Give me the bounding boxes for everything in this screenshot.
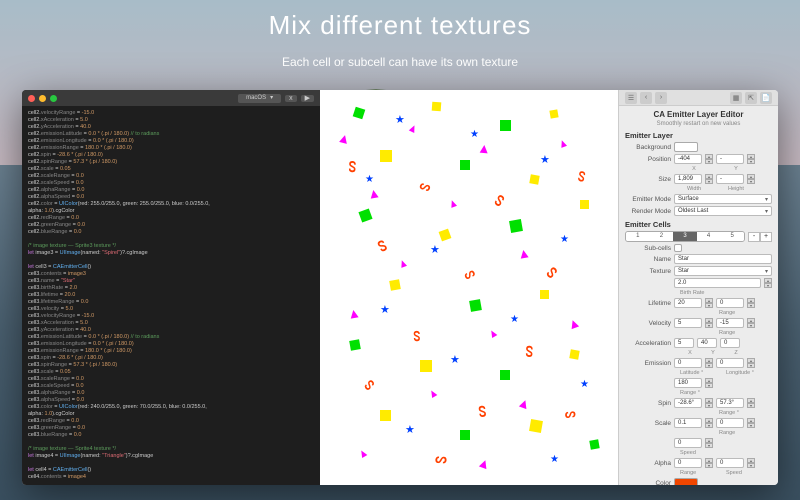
render-mode-select[interactable]: Oldest Last	[674, 206, 772, 216]
doc-icon[interactable]: 📄	[760, 92, 772, 104]
spin-field[interactable]: -28.6°	[674, 398, 702, 408]
size-h-stepper[interactable]: ▴▾	[747, 174, 755, 184]
size-h-field[interactable]: -	[716, 174, 744, 184]
name-field[interactable]: Star	[674, 254, 772, 264]
position-y-stepper[interactable]: ▴▾	[747, 154, 755, 164]
accel-x-field[interactable]: 5	[674, 338, 694, 348]
inspector-subtitle: Smoothly restart on new values	[625, 121, 772, 127]
section-emitter-layer: Emitter Layer	[625, 131, 772, 140]
platform-dropdown[interactable]: macOS▾	[238, 94, 281, 103]
promo-subtitle: Each cell or subcell can have its own te…	[0, 55, 800, 69]
position-y-field[interactable]: -	[716, 154, 744, 164]
link-icon[interactable]: ⇱	[745, 92, 757, 104]
close-traffic-light[interactable]	[28, 95, 35, 102]
nav-fwd-icon[interactable]: ›	[655, 92, 667, 104]
spin-range-field[interactable]: 57.3°	[716, 398, 744, 408]
scale-speed-field[interactable]: 0	[674, 438, 702, 448]
emitter-mode-select[interactable]: Surface	[674, 194, 772, 204]
inspector-body: CA Emitter Layer Editor Smoothly restart…	[619, 106, 778, 485]
alpha-speed-field[interactable]: 0	[716, 458, 744, 468]
background-label: Background	[625, 144, 671, 151]
scale-field[interactable]: 0.1	[674, 418, 702, 428]
size-label: Size	[625, 176, 671, 183]
inspector-title: CA Emitter Layer Editor	[625, 110, 772, 119]
velocity-range-field[interactable]: -15	[716, 318, 744, 328]
position-x-stepper[interactable]: ▴▾	[705, 154, 713, 164]
accel-y-field[interactable]: 40	[697, 338, 717, 348]
render-mode-label: Render Mode	[625, 208, 671, 215]
emission-label: Emission	[625, 360, 671, 367]
alpha-range-field[interactable]: 0	[674, 458, 702, 468]
position-x-field[interactable]: -404	[674, 154, 702, 164]
emission-lat-field[interactable]: 0	[674, 358, 702, 368]
lifetime-field[interactable]: 20	[674, 298, 702, 308]
zoom-traffic-light[interactable]	[50, 95, 57, 102]
nav-back-icon[interactable]: ‹	[640, 92, 652, 104]
promo-hero: Mix different textures Each cell or subc…	[0, 10, 800, 69]
texture-label: Texture	[625, 268, 671, 275]
grid-icon[interactable]: ▦	[730, 92, 742, 104]
cell-remove-button[interactable]: -	[748, 232, 760, 242]
scale-range-field[interactable]: 0	[716, 418, 744, 428]
size-w-stepper[interactable]: ▴▾	[705, 174, 713, 184]
sidebar-toggle-icon[interactable]: ☰	[625, 92, 637, 104]
texture-select[interactable]: Star	[674, 266, 772, 276]
emitter-mode-label: Emitter Mode	[625, 196, 671, 203]
code-editor[interactable]: cell2.velocityRange = -15.0cell2.xAccele…	[22, 106, 320, 485]
alpha-label: Alpha	[625, 460, 671, 467]
velocity-label: Velocity	[625, 320, 671, 327]
cell-pager[interactable]: 12345	[625, 231, 745, 242]
cell-add-button[interactable]: +	[760, 232, 772, 242]
subcells-label: Sub-cells	[625, 245, 671, 252]
promo-title: Mix different textures	[0, 10, 800, 41]
lifetime-label: Lifetime	[625, 300, 671, 307]
scale-label: Scale	[625, 420, 671, 427]
birthrate-field[interactable]: 2.0	[674, 278, 761, 288]
subcells-checkbox[interactable]	[674, 244, 682, 252]
color-label: Color	[625, 480, 671, 486]
name-label: Name	[625, 256, 671, 263]
inspector-panel: ☰ ‹ › ▦ ⇱ 📄 CA Emitter Layer Editor Smoo…	[618, 90, 778, 485]
window-titlebar: macOS▾ x ▶	[22, 90, 320, 106]
play-button[interactable]: ▶	[301, 95, 314, 102]
size-w-field[interactable]: 1,809	[674, 174, 702, 184]
inspector-toolbar: ☰ ‹ › ▦ ⇱ 📄	[619, 90, 778, 106]
spin-label: Spin	[625, 400, 671, 407]
birthrate-stepper[interactable]: ▴▾	[764, 278, 772, 288]
lifetime-range-field[interactable]: 0	[716, 298, 744, 308]
section-emitter-cells: Emitter Cells	[625, 220, 772, 229]
velocity-field[interactable]: 5	[674, 318, 702, 328]
emission-range-field[interactable]: 180	[674, 378, 702, 388]
emission-lon-field[interactable]: 0	[716, 358, 744, 368]
color-swatch[interactable]	[674, 478, 698, 485]
accel-label: Acceleration	[625, 340, 671, 347]
accel-z-field[interactable]: 0	[720, 338, 740, 348]
minimize-traffic-light[interactable]	[39, 95, 46, 102]
close-preview-button[interactable]: x	[285, 95, 297, 102]
particle-preview-canvas: ★★★★★★★★★★★★ᔕᔕᔕᔕᔕᔕᔕᔕᔕᔕᔕᔕᔕ	[320, 90, 618, 485]
app-window: macOS▾ x ▶ cell2.velocityRange = -15.0ce…	[22, 90, 778, 485]
background-swatch[interactable]	[674, 142, 698, 152]
position-label: Position	[625, 156, 671, 163]
code-pane: macOS▾ x ▶ cell2.velocityRange = -15.0ce…	[22, 90, 320, 485]
